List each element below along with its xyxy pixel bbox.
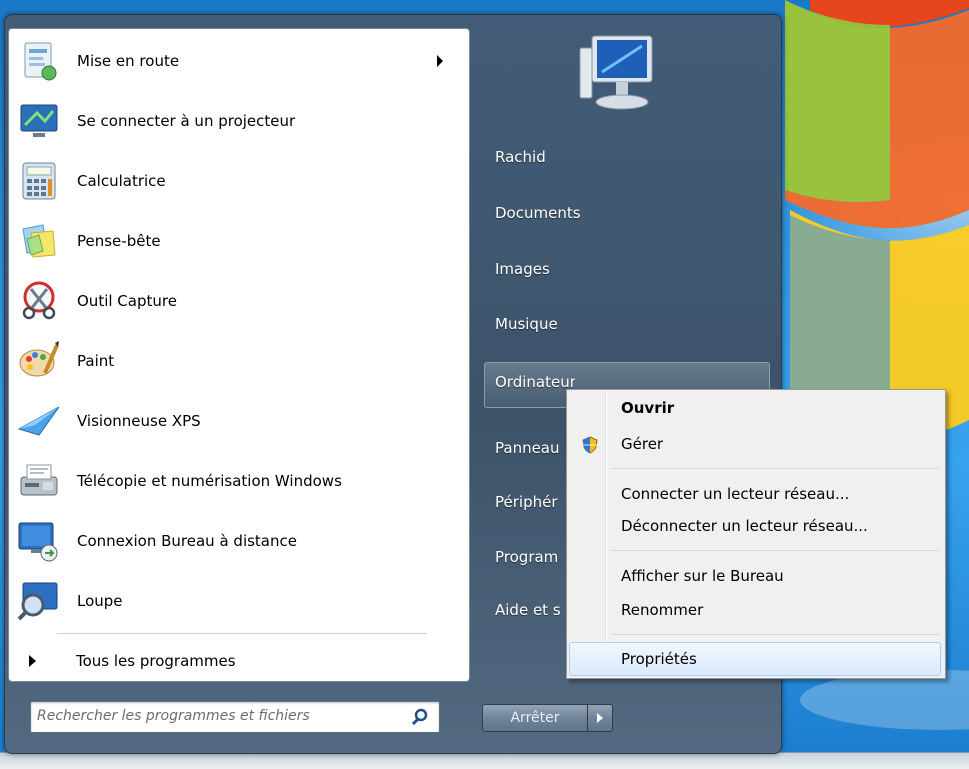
sticky-notes-icon bbox=[17, 219, 61, 263]
user-folder-link[interactable]: Rachid bbox=[495, 148, 546, 166]
images-link[interactable]: Images bbox=[495, 260, 550, 278]
documents-link[interactable]: Documents bbox=[495, 204, 581, 222]
program-projecteur[interactable]: Se connecter à un projecteur bbox=[17, 95, 457, 147]
ctx-renommer[interactable]: Renommer bbox=[569, 594, 941, 626]
menu-separator bbox=[611, 634, 939, 635]
shutdown-options-button[interactable] bbox=[587, 704, 613, 732]
ordinateur-link[interactable]: Ordinateur bbox=[495, 373, 575, 391]
paint-icon bbox=[17, 339, 61, 383]
ctx-gerer[interactable]: Gérer bbox=[569, 428, 941, 460]
all-programs-arrow-icon bbox=[29, 655, 36, 667]
musique-link[interactable]: Musique bbox=[495, 315, 558, 333]
fax-scan-icon bbox=[17, 459, 61, 503]
context-menu: Ouvrir Gérer Connecter un lecteur réseau… bbox=[566, 389, 946, 679]
program-bureau-distance[interactable]: Connexion Bureau à distance bbox=[17, 515, 457, 567]
all-programs-button[interactable]: Tous les programmes bbox=[23, 647, 443, 675]
ctx-connecter-lecteur[interactable]: Connecter un lecteur réseau... bbox=[569, 478, 941, 510]
all-programs-label: Tous les programmes bbox=[76, 652, 236, 670]
ctx-label: Afficher sur le Bureau bbox=[621, 567, 784, 585]
program-telecopie[interactable]: Télécopie et numérisation Windows bbox=[17, 455, 457, 507]
menu-separator bbox=[611, 468, 939, 469]
shutdown-button[interactable]: Arrêter bbox=[482, 704, 588, 732]
getting-started-icon bbox=[17, 39, 61, 83]
program-label: Télécopie et numérisation Windows bbox=[77, 472, 342, 490]
program-visionneuse-xps[interactable]: Visionneuse XPS bbox=[17, 395, 457, 447]
ctx-label: Déconnecter un lecteur réseau... bbox=[621, 517, 868, 535]
divider bbox=[57, 633, 427, 634]
ctx-label: Connecter un lecteur réseau... bbox=[621, 485, 850, 503]
search-icon[interactable] bbox=[411, 708, 429, 726]
program-outil-capture[interactable]: Outil Capture bbox=[17, 275, 457, 327]
program-label: Pense-bête bbox=[77, 232, 161, 250]
magnifier-icon bbox=[17, 579, 61, 623]
programmes-defaut-link[interactable]: Program bbox=[495, 548, 567, 566]
search-placeholder: Rechercher les programmes et fichiers bbox=[37, 708, 310, 724]
program-label: Outil Capture bbox=[77, 292, 177, 310]
aide-support-link[interactable]: Aide et s bbox=[495, 601, 567, 619]
program-paint[interactable]: Paint bbox=[17, 335, 457, 387]
program-label: Se connecter à un projecteur bbox=[77, 112, 296, 130]
program-loupe[interactable]: Loupe bbox=[17, 575, 457, 627]
snipping-tool-icon bbox=[17, 279, 61, 323]
ctx-label: Gérer bbox=[621, 435, 664, 453]
ctx-afficher-bureau[interactable]: Afficher sur le Bureau bbox=[569, 560, 941, 592]
program-calculatrice[interactable]: Calculatrice bbox=[17, 155, 457, 207]
program-label: Paint bbox=[77, 352, 115, 370]
ctx-deconnecter-lecteur[interactable]: Déconnecter un lecteur réseau... bbox=[569, 510, 941, 542]
peripheriques-link[interactable]: Périphér bbox=[495, 493, 567, 511]
uac-shield-icon bbox=[582, 436, 598, 454]
program-mise-en-route[interactable]: Mise en route bbox=[17, 35, 457, 87]
xps-viewer-icon bbox=[17, 399, 61, 443]
user-picture-computer-icon[interactable] bbox=[572, 28, 672, 118]
program-label: Visionneuse XPS bbox=[77, 412, 201, 430]
program-label: Loupe bbox=[77, 592, 123, 610]
ctx-ouvrir[interactable]: Ouvrir bbox=[569, 392, 941, 424]
panneau-link[interactable]: Panneau bbox=[495, 439, 567, 457]
menu-separator bbox=[611, 550, 939, 551]
program-label: Mise en route bbox=[77, 52, 180, 70]
ctx-label: Ouvrir bbox=[621, 399, 675, 417]
program-pense-bete[interactable]: Pense-bête bbox=[17, 215, 457, 267]
calculator-icon bbox=[17, 159, 61, 203]
programs-pane: Mise en route Se connecter à un projecte… bbox=[8, 28, 470, 682]
taskbar bbox=[0, 752, 969, 769]
shutdown-arrow-icon bbox=[597, 713, 603, 723]
program-label: Calculatrice bbox=[77, 172, 166, 190]
projector-icon bbox=[17, 99, 61, 143]
ctx-label: Renommer bbox=[621, 601, 704, 619]
ctx-proprietes[interactable]: Propriétés bbox=[569, 643, 941, 675]
submenu-arrow-icon bbox=[437, 55, 443, 67]
ctx-label: Propriétés bbox=[621, 650, 697, 668]
search-input[interactable]: Rechercher les programmes et fichiers bbox=[30, 701, 440, 733]
remote-desktop-icon bbox=[17, 519, 61, 563]
program-label: Connexion Bureau à distance bbox=[77, 532, 297, 550]
